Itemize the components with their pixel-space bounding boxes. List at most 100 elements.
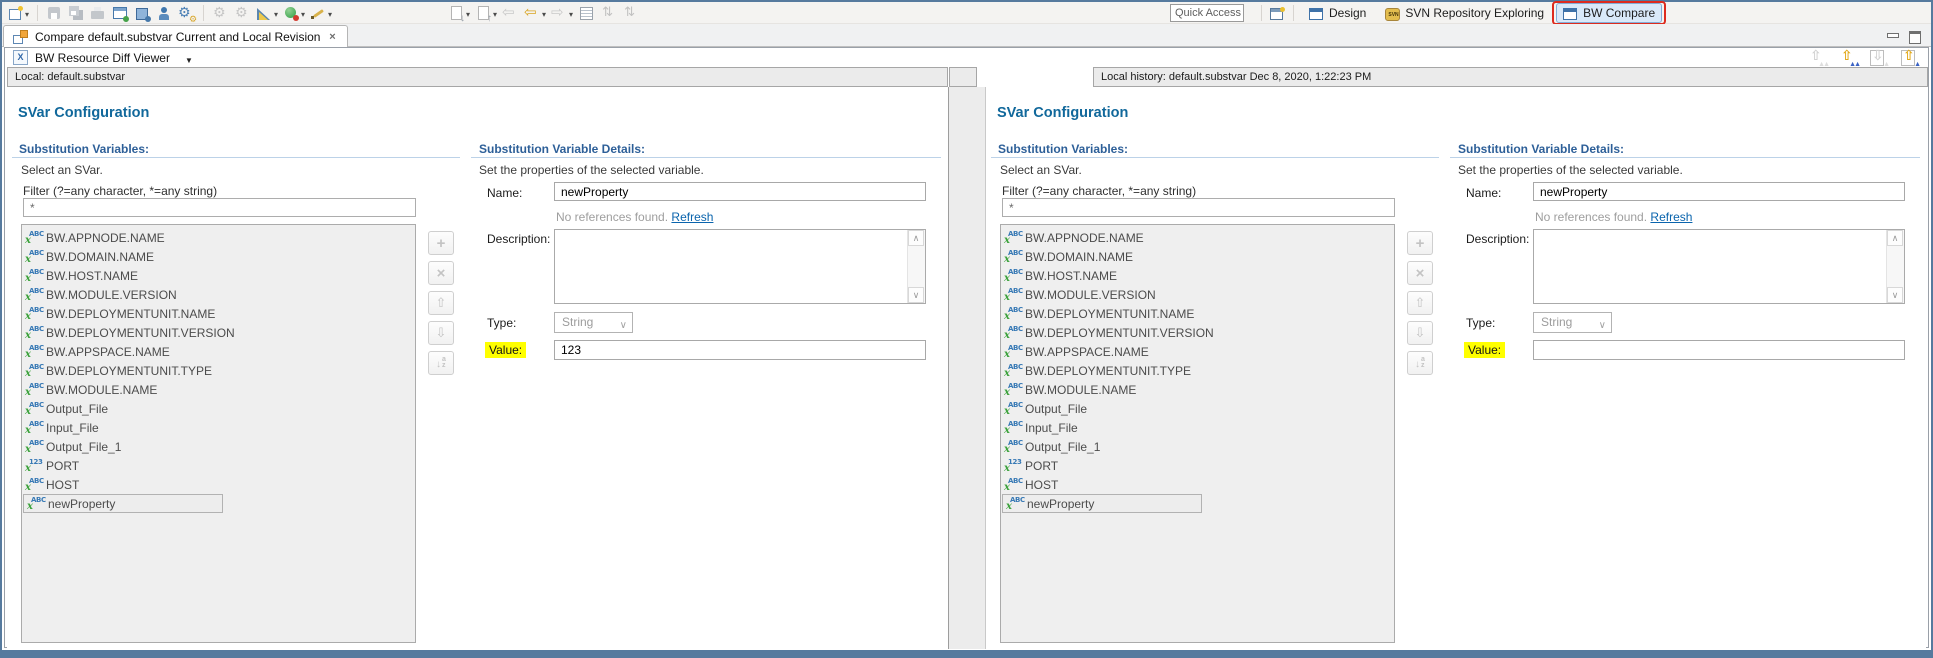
- variable-item[interactable]: Input_File: [1001, 418, 1394, 437]
- variable-item[interactable]: HOST: [1001, 475, 1394, 494]
- variable-item[interactable]: BW.DOMAIN.NAME: [22, 247, 415, 266]
- delete-variable-button[interactable]: [428, 261, 454, 285]
- close-tab-icon[interactable]: [326, 31, 338, 43]
- variable-item[interactable]: PORT: [22, 456, 415, 475]
- refresh-link[interactable]: Refresh: [671, 210, 713, 224]
- type-select[interactable]: String: [554, 312, 633, 333]
- variable-item[interactable]: Output_File_1: [22, 437, 415, 456]
- print-icon[interactable]: [90, 4, 107, 22]
- forward-icon[interactable]: [551, 4, 573, 22]
- variable-item[interactable]: newProperty: [23, 494, 223, 513]
- debug-pen-icon[interactable]: [310, 4, 332, 22]
- add-variable-button[interactable]: [428, 231, 454, 255]
- open-perspective-button[interactable]: [1270, 4, 1285, 22]
- variable-item[interactable]: BW.APPSPACE.NAME: [1001, 342, 1394, 361]
- back-icon[interactable]: [524, 4, 546, 22]
- move-up-button[interactable]: [428, 291, 454, 315]
- dropdown-caret-icon[interactable]: [301, 6, 305, 20]
- add-variable-button[interactable]: [1407, 231, 1433, 255]
- scroll-up-icon[interactable]: [1887, 230, 1903, 246]
- variable-item[interactable]: Output_File_1: [1001, 437, 1394, 456]
- refresh-link[interactable]: Refresh: [1650, 210, 1692, 224]
- name-input[interactable]: [554, 182, 926, 201]
- previous-edit-location-icon[interactable]: [622, 4, 639, 22]
- variables-list[interactable]: BW.APPNODE.NAMEBW.DOMAIN.NAMEBW.HOST.NAM…: [21, 224, 416, 643]
- sort-variables-button[interactable]: az: [428, 351, 454, 375]
- variable-item[interactable]: BW.APPSPACE.NAME: [22, 342, 415, 361]
- dropdown-caret-icon[interactable]: [274, 6, 278, 20]
- variable-item[interactable]: BW.MODULE.VERSION: [22, 285, 415, 304]
- delete-variable-button[interactable]: [1407, 261, 1433, 285]
- dropdown-caret-icon[interactable]: [542, 6, 546, 20]
- back-history-icon[interactable]: [502, 4, 519, 22]
- copy-all-changes-icon[interactable]: [1805, 49, 1827, 66]
- config-disabled-icon[interactable]: [234, 4, 251, 22]
- dropdown-caret-icon[interactable]: [25, 6, 29, 20]
- description-textarea[interactable]: [554, 229, 926, 304]
- design-ruler-icon[interactable]: [256, 4, 278, 22]
- new-wizard-icon[interactable]: [7, 4, 29, 22]
- next-annotation-icon[interactable]: [448, 4, 470, 22]
- variable-item[interactable]: BW.MODULE.NAME: [22, 380, 415, 399]
- last-edit-location-icon[interactable]: [600, 4, 617, 22]
- dropdown-caret-icon[interactable]: [493, 6, 497, 20]
- previous-annotation-icon[interactable]: [475, 4, 497, 22]
- copy-current-change-icon[interactable]: [1867, 49, 1889, 66]
- value-input[interactable]: [1533, 340, 1905, 360]
- scroll-up-icon[interactable]: [908, 230, 924, 246]
- variable-item[interactable]: BW.MODULE.VERSION: [1001, 285, 1394, 304]
- scrollbar[interactable]: [907, 230, 925, 303]
- variable-item[interactable]: Output_File: [22, 399, 415, 418]
- type-select[interactable]: String: [1533, 312, 1612, 333]
- filter-input[interactable]: [1002, 198, 1395, 217]
- variables-list[interactable]: BW.APPNODE.NAMEBW.DOMAIN.NAMEBW.HOST.NAM…: [1000, 224, 1395, 643]
- variable-item[interactable]: newProperty: [1002, 494, 1202, 513]
- bw-grid-icon[interactable]: [112, 4, 129, 22]
- variable-item[interactable]: BW.MODULE.NAME: [1001, 380, 1394, 399]
- variable-item[interactable]: BW.DEPLOYMENTUNIT.TYPE: [1001, 361, 1394, 380]
- tools-disabled-icon[interactable]: [212, 4, 229, 22]
- variable-item[interactable]: Output_File: [1001, 399, 1394, 418]
- bw-settings-icon[interactable]: [178, 4, 195, 22]
- move-down-button[interactable]: [1407, 321, 1433, 345]
- variable-item[interactable]: Input_File: [22, 418, 415, 437]
- save-icon[interactable]: [46, 4, 63, 22]
- variable-item[interactable]: PORT: [1001, 456, 1394, 475]
- variable-item[interactable]: BW.APPNODE.NAME: [22, 228, 415, 247]
- variable-item[interactable]: BW.DEPLOYMENTUNIT.VERSION: [22, 323, 415, 342]
- variable-item[interactable]: BW.HOST.NAME: [1001, 266, 1394, 285]
- perspective-design-button[interactable]: Design: [1302, 3, 1373, 23]
- minimize-icon[interactable]: [1887, 33, 1899, 38]
- save-all-icon[interactable]: [68, 4, 85, 22]
- maximize-icon[interactable]: [1909, 31, 1921, 44]
- name-input[interactable]: [1533, 182, 1905, 201]
- dropdown-caret-icon[interactable]: [569, 6, 573, 20]
- variable-item[interactable]: HOST: [22, 475, 415, 494]
- previous-difference-icon[interactable]: [1898, 49, 1920, 66]
- variable-item[interactable]: BW.HOST.NAME: [22, 266, 415, 285]
- move-down-button[interactable]: [428, 321, 454, 345]
- perspective-svn-button[interactable]: SVN Repository Exploring: [1378, 3, 1551, 23]
- sort-variables-button[interactable]: az: [1407, 351, 1433, 375]
- dropdown-caret-icon[interactable]: [466, 6, 470, 20]
- perspective-bw-compare-button[interactable]: BW Compare: [1556, 3, 1662, 23]
- variable-item[interactable]: BW.APPNODE.NAME: [1001, 228, 1394, 247]
- variable-item[interactable]: BW.DEPLOYMENTUNIT.NAME: [1001, 304, 1394, 323]
- value-input[interactable]: [554, 340, 926, 360]
- viewer-dropdown-caret-icon[interactable]: [185, 52, 193, 66]
- description-textarea[interactable]: [1533, 229, 1905, 304]
- filter-input[interactable]: [23, 198, 416, 217]
- bw-module-icon[interactable]: [134, 4, 151, 22]
- pin-editor-icon[interactable]: [578, 4, 595, 22]
- scroll-down-icon[interactable]: [908, 287, 924, 303]
- variable-item[interactable]: BW.DEPLOYMENTUNIT.VERSION: [1001, 323, 1394, 342]
- variable-item[interactable]: BW.DEPLOYMENTUNIT.NAME: [22, 304, 415, 323]
- move-up-button[interactable]: [1407, 291, 1433, 315]
- scroll-down-icon[interactable]: [1887, 287, 1903, 303]
- bw-share-icon[interactable]: [156, 4, 173, 22]
- editor-tab[interactable]: Compare default.substvar Current and Loc…: [3, 25, 348, 47]
- next-difference-icon[interactable]: [1836, 49, 1858, 66]
- quick-access-input[interactable]: Quick Access: [1170, 4, 1244, 22]
- dropdown-caret-icon[interactable]: [328, 6, 332, 20]
- variable-item[interactable]: BW.DEPLOYMENTUNIT.TYPE: [22, 361, 415, 380]
